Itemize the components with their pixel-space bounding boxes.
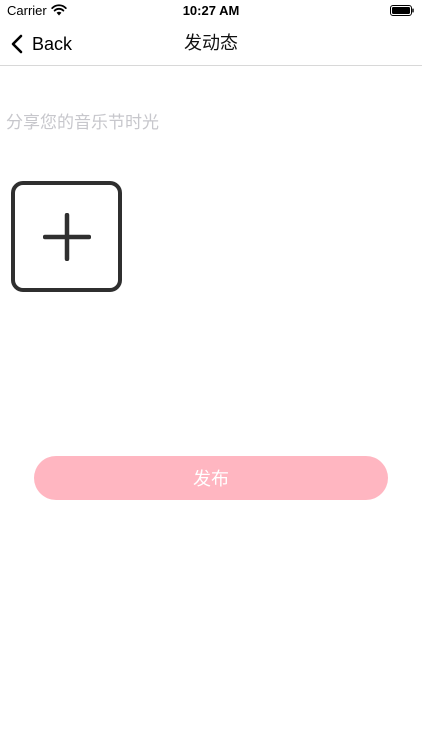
plus-icon	[42, 212, 91, 261]
status-time: 10:27 AM	[182, 3, 240, 18]
back-button[interactable]: Back	[10, 22, 72, 66]
chevron-left-icon	[11, 34, 23, 54]
battery-icon	[390, 5, 414, 16]
back-label: Back	[32, 33, 73, 54]
publish-button[interactable]: 发布	[34, 456, 388, 500]
navigation-bar: Back 发动态	[0, 22, 422, 66]
post-text-input[interactable]	[6, 106, 406, 140]
screen: Carrier 10:27 AM Back 发动态 发布	[0, 0, 422, 750]
status-bar: Carrier 10:27 AM	[0, 0, 422, 22]
add-photo-button[interactable]	[11, 181, 122, 292]
